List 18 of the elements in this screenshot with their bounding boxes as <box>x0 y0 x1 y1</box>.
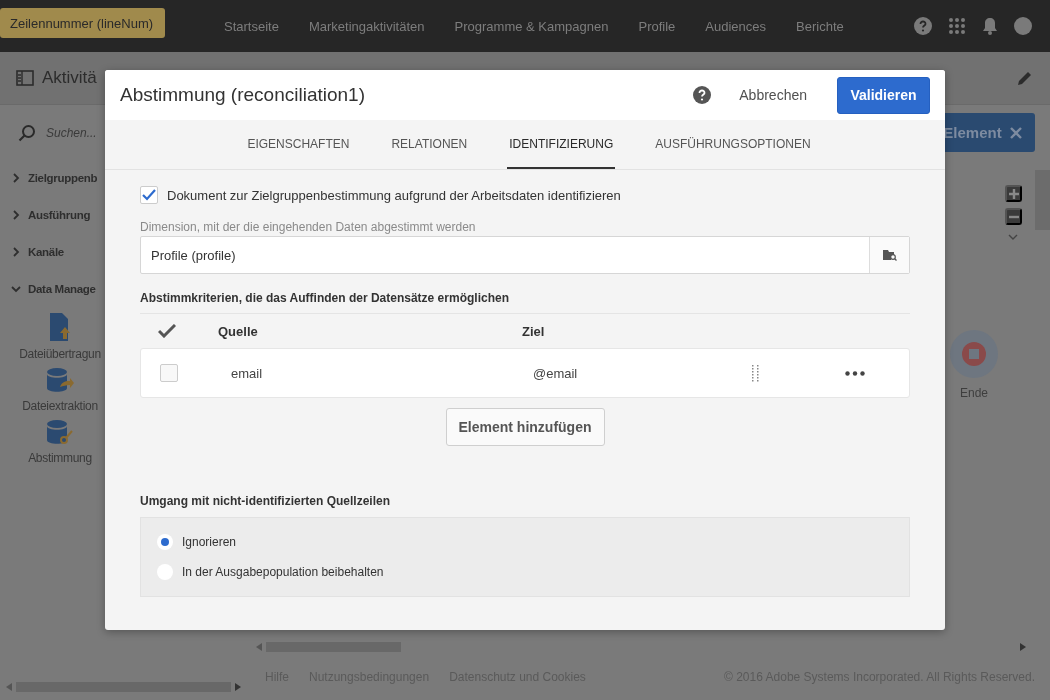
table-cell-text: email <box>231 365 264 381</box>
page-title: Aktivitä <box>42 68 97 88</box>
checkbox-label: Dokument zur Zielgruppenbestimmung aufgrund der Arbeitsdaten identifizieren <box>167 187 621 203</box>
group-label: Kanäle <box>28 245 64 258</box>
group-label: Zielgruppenb <box>28 171 98 184</box>
section-title: Umgang mit nicht-identifizierten Quellzeilen <box>140 494 392 508</box>
group-label: Data Manage <box>28 282 96 295</box>
node-label: Ende <box>960 386 988 400</box>
radio-label: Ignorieren <box>182 535 237 549</box>
section-title: Abstimmkriterien, die das Auffinden der Datensätze ermöglichen <box>140 291 910 314</box>
radio-label: In der Ausgabepopulation beibehalten <box>182 565 384 579</box>
column-header: Ziel <box>522 323 546 339</box>
dialog-title: Abstimmung (reconciliation1) <box>120 84 365 106</box>
tooltip: Zeilennummer (lineNum) <box>0 8 166 38</box>
field-label: Dimension, mit der die eingehenden Daten abgestimmt werden <box>140 220 477 234</box>
column-header: Quelle <box>218 323 259 339</box>
group-label: Ausführung <box>28 208 91 221</box>
table-cell-text: @email <box>533 365 579 381</box>
